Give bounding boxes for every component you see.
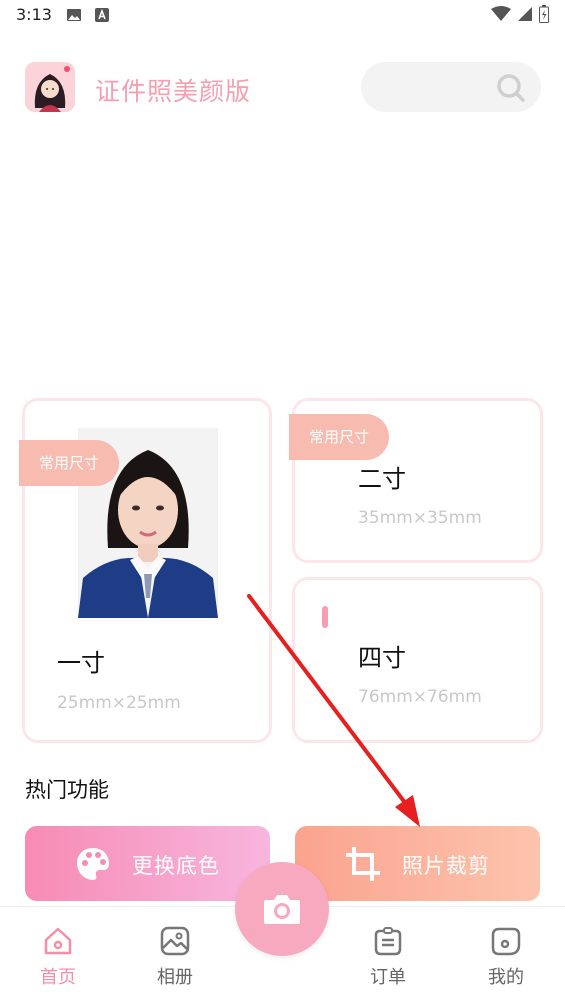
album-icon bbox=[159, 925, 191, 957]
mine-icon bbox=[490, 925, 522, 957]
app-title: 证件照美颜版 bbox=[95, 77, 252, 106]
wifi-icon bbox=[491, 6, 511, 26]
common-size-tag: 常用尺寸 bbox=[19, 440, 120, 486]
size-dimensions-four-inch: 76mm×76mm bbox=[358, 687, 482, 707]
search-input[interactable] bbox=[361, 62, 541, 112]
app-logo bbox=[25, 62, 75, 112]
photo-crop-button[interactable]: 照片裁剪 bbox=[295, 826, 540, 901]
photo-icon bbox=[66, 7, 82, 27]
size-card-four-inch[interactable] bbox=[292, 577, 543, 743]
orders-icon bbox=[372, 925, 404, 957]
size-dimensions-two-inch: 35mm×35mm bbox=[358, 508, 482, 528]
size-title-two-inch: 二寸 bbox=[358, 465, 406, 493]
nav-album[interactable]: 相册 bbox=[135, 925, 215, 989]
change-background-button[interactable]: 更换底色 bbox=[25, 826, 270, 901]
signal-icon bbox=[517, 6, 533, 26]
nav-home-label: 首页 bbox=[40, 967, 76, 988]
nav-mine-label: 我的 bbox=[488, 967, 524, 988]
status-bar: 3:13 bbox=[0, 0, 565, 32]
battery-icon bbox=[539, 5, 549, 27]
nav-album-label: 相册 bbox=[157, 967, 193, 988]
home-icon bbox=[42, 925, 74, 957]
palette-icon bbox=[75, 846, 111, 882]
nav-home[interactable]: 首页 bbox=[18, 925, 98, 989]
size-dimensions-one-inch: 25mm×25mm bbox=[57, 693, 181, 713]
common-size-tag: 常用尺寸 bbox=[289, 414, 390, 460]
size-title-four-inch: 四寸 bbox=[358, 644, 406, 672]
nav-orders[interactable]: 订单 bbox=[348, 925, 428, 989]
card-indicator bbox=[322, 606, 328, 628]
nav-mine[interactable]: 我的 bbox=[466, 925, 546, 989]
photo-crop-label: 照片裁剪 bbox=[402, 854, 490, 878]
nav-orders-label: 订单 bbox=[370, 967, 406, 988]
size-title-one-inch: 一寸 bbox=[57, 649, 105, 677]
search-icon[interactable] bbox=[495, 72, 527, 104]
a-icon bbox=[94, 7, 110, 27]
status-time: 3:13 bbox=[16, 5, 52, 24]
hot-features-title: 热门功能 bbox=[25, 778, 109, 802]
crop-icon bbox=[345, 846, 381, 882]
camera-icon bbox=[264, 895, 300, 924]
change-background-label: 更换底色 bbox=[132, 854, 220, 878]
camera-button[interactable] bbox=[235, 862, 329, 956]
